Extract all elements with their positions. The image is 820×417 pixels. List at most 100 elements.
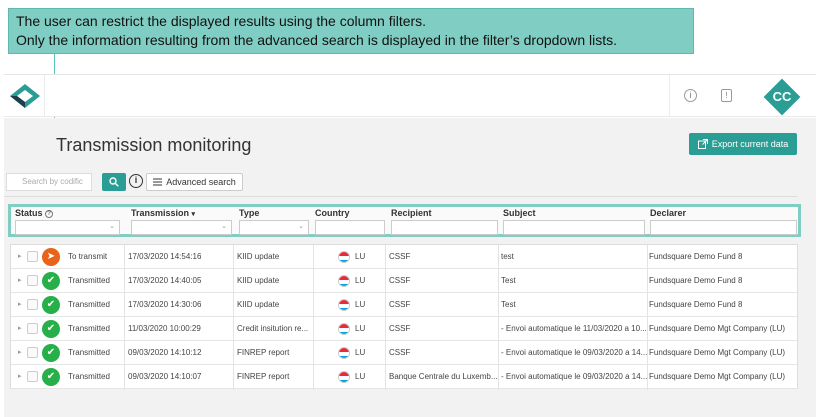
callout-line-1: The user can restrict the displayed resu… (16, 13, 427, 29)
type-cell: KIID update (237, 276, 280, 285)
row-checkbox[interactable] (27, 251, 38, 262)
transmission-date: 09/03/2020 14:10:07 (128, 372, 202, 381)
luxembourg-flag-icon (338, 299, 350, 311)
type-cell: FINREP report (237, 348, 290, 357)
status-filter-select[interactable]: ⌄ (15, 220, 120, 235)
recipient-cell: Banque Centrale du Luxemb... (389, 372, 498, 381)
recipient-cell: CSSF (389, 300, 411, 309)
subject-cell: - Envoi automatique le 09/03/2020 a 14..… (501, 372, 648, 381)
column-header-subject[interactable]: Subject (503, 208, 645, 218)
transmission-date: 17/03/2020 14:40:05 (128, 276, 202, 285)
advanced-search-label: Advanced search (166, 177, 236, 187)
row-checkbox[interactable] (27, 275, 38, 286)
document-icon[interactable]: ! (721, 89, 732, 102)
subject-cell: Test (501, 300, 516, 309)
export-button-label: Export current data (711, 139, 789, 149)
column-header-recipient[interactable]: Recipient (391, 208, 498, 218)
recipient-cell: CSSF (389, 276, 411, 285)
recipient-filter-input[interactable] (391, 220, 498, 235)
filter-status: Status ? ⌄ (15, 208, 120, 235)
check-send-icon: ✔ (42, 296, 60, 314)
luxembourg-flag-icon (338, 251, 350, 263)
column-header-declarer[interactable]: Declarer (650, 208, 797, 218)
column-header-transmission[interactable]: Transmission (131, 208, 189, 218)
chevron-down-icon: ⌄ (109, 223, 115, 230)
row-expand-icon[interactable]: ▸ (18, 365, 22, 389)
search-icon (109, 177, 119, 187)
table-row[interactable]: ▸ ✔ Transmitted 17/03/2020 14:40:05 KIID upd… (11, 269, 799, 293)
annotation-callout: The user can restrict the displayed resu… (8, 8, 694, 54)
declarer-filter-input[interactable] (650, 220, 797, 235)
column-header-type[interactable]: Type (239, 208, 309, 218)
table-row[interactable]: ▸ ✔ Transmitted 11/03/2020 10:00:29 Credit i… (11, 317, 799, 341)
subject-cell: Test (501, 276, 516, 285)
search-button[interactable] (102, 173, 126, 191)
export-button[interactable]: Export current data (689, 133, 797, 155)
luxembourg-flag-icon (338, 371, 350, 383)
country-cell: LU (355, 324, 366, 333)
filter-lines-icon (153, 178, 163, 186)
filter-country: Country (315, 208, 385, 235)
subject-cell: - Envoi automatique le 09/03/2020 a 14..… (501, 348, 648, 357)
app-logo-icon[interactable] (8, 83, 42, 109)
info-circle-icon[interactable]: i (684, 89, 697, 102)
luxembourg-flag-icon (338, 347, 350, 359)
transmission-date: 17/03/2020 14:30:06 (128, 300, 202, 309)
type-cell: FINREP report (237, 372, 290, 381)
status-text: Transmitted (68, 372, 110, 381)
filter-transmission: Transmission ▾ ⌄ (131, 208, 232, 235)
declarer-cell: Fundsquare Demo Mgt Company (LU) (649, 372, 786, 381)
luxembourg-flag-icon (338, 323, 350, 335)
type-cell: Credit insitution re... (237, 324, 309, 333)
status-text: Transmitted (68, 348, 110, 357)
status-text: Transmitted (68, 300, 110, 309)
table-row[interactable]: ▸ ✔ Transmitted 09/03/2020 14:10:07 FINREP r… (11, 365, 799, 389)
row-expand-icon[interactable]: ▸ (18, 293, 22, 317)
table-row[interactable]: ▸ ✔ Transmitted 17/03/2020 14:30:06 KIID upd… (11, 293, 799, 317)
row-expand-icon[interactable]: ▸ (18, 317, 22, 341)
declarer-cell: Fundsquare Demo Mgt Company (LU) (649, 348, 786, 357)
advanced-search-button[interactable]: Advanced search (146, 173, 243, 191)
recipient-cell: CSSF (389, 252, 411, 261)
top-bar-divider (44, 75, 45, 117)
row-checkbox[interactable] (27, 323, 38, 334)
filter-subject: Subject (503, 208, 645, 235)
external-link-icon (697, 139, 708, 149)
table-row[interactable]: ▸ ➤ To transmit 17/03/2020 14:54:16 KIID upd… (11, 245, 799, 269)
transmission-filter-select[interactable]: ⌄ (131, 220, 232, 235)
search-help-icon[interactable]: i (129, 174, 143, 188)
country-cell: LU (355, 252, 366, 261)
declarer-cell: Fundsquare Demo Fund 8 (649, 300, 743, 309)
chevron-down-icon: ⌄ (221, 223, 227, 230)
app-window: i ! CC Transmission monitoring Export cu… (4, 74, 816, 417)
check-send-icon: ✔ (42, 344, 60, 362)
chevron-down-icon: ⌄ (298, 223, 304, 230)
row-expand-icon[interactable]: ▸ (18, 245, 22, 269)
type-filter-select[interactable]: ⌄ (239, 220, 309, 235)
help-circle-icon[interactable]: ? (45, 209, 54, 218)
search-bar: ⚲ Search by codific i Advanced search (4, 169, 798, 197)
row-expand-icon[interactable]: ▸ (18, 269, 22, 293)
status-text: To transmit (68, 252, 108, 261)
user-avatar[interactable]: CC (763, 78, 801, 116)
transmission-date: 11/03/2020 10:00:29 (128, 324, 201, 333)
subject-filter-input[interactable] (503, 220, 645, 235)
column-filter-row: Status ? ⌄ Transmission ▾ ⌄ Type ⌄ Count… (8, 204, 801, 237)
declarer-cell: Fundsquare Demo Fund 8 (649, 276, 743, 285)
country-filter-input[interactable] (315, 220, 385, 235)
subject-cell: - Envoi automatique le 11/03/2020 a 10..… (501, 324, 647, 333)
row-checkbox[interactable] (27, 347, 38, 358)
page-title: Transmission monitoring (56, 135, 252, 155)
send-icon: ➤ (42, 248, 60, 266)
recipient-cell: CSSF (389, 348, 411, 357)
row-checkbox[interactable] (27, 371, 38, 382)
type-cell: KIID update (237, 300, 280, 309)
declarer-cell: Fundsquare Demo Mgt Company (LU) (649, 324, 786, 333)
table-row[interactable]: ▸ ✔ Transmitted 09/03/2020 14:10:12 FINREP r… (11, 341, 799, 365)
column-header-status[interactable]: Status (15, 208, 43, 218)
row-expand-icon[interactable]: ▸ (18, 341, 22, 365)
status-text: Transmitted (68, 324, 110, 333)
row-checkbox[interactable] (27, 299, 38, 310)
column-header-country[interactable]: Country (315, 208, 385, 218)
search-input[interactable]: Search by codific (6, 173, 92, 191)
